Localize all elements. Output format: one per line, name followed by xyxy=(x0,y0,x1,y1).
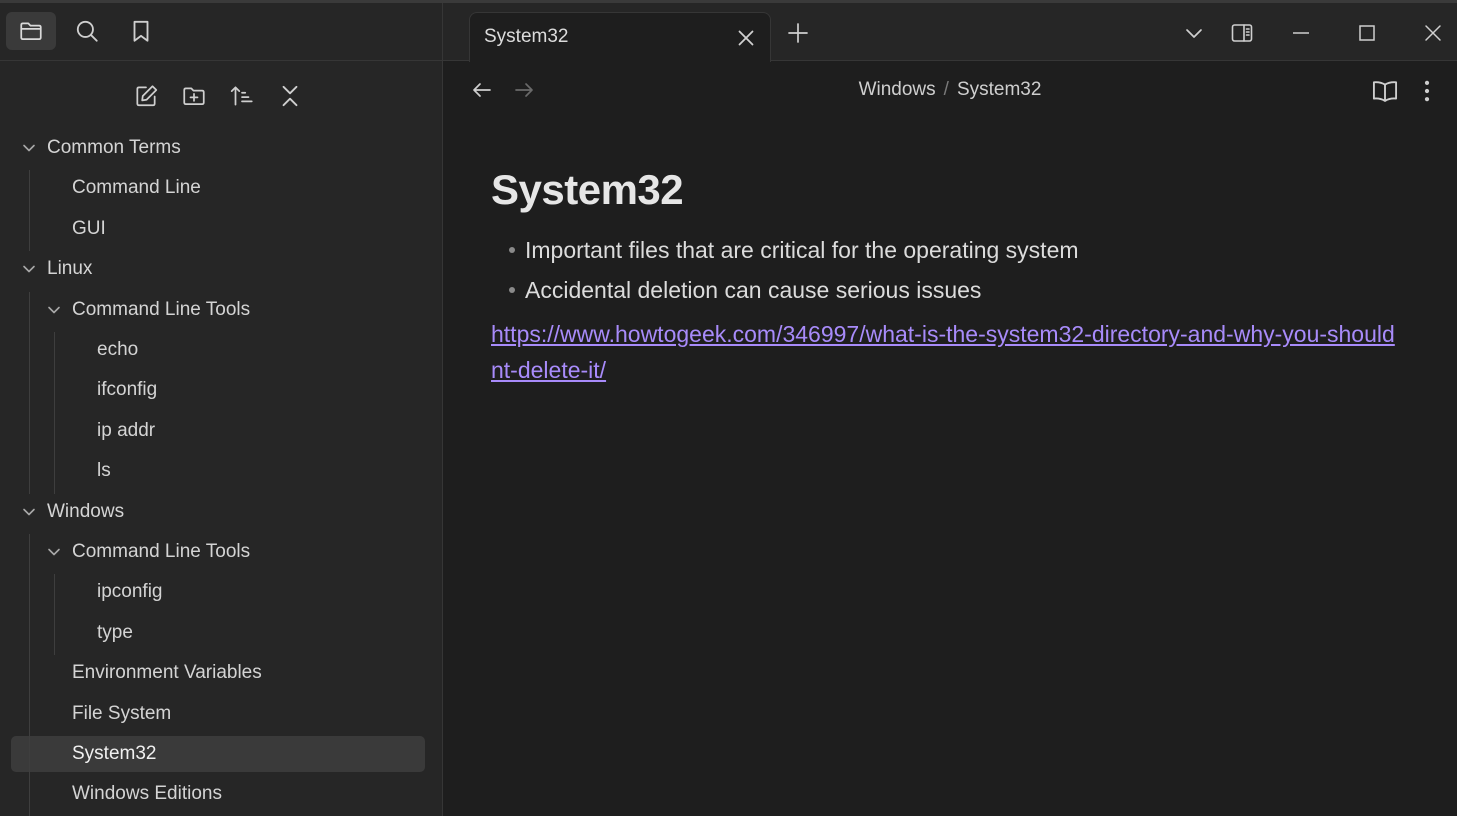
tree-item-label: Linux xyxy=(47,258,93,280)
list-item[interactable]: Accidental deletion can cause serious is… xyxy=(507,270,1411,310)
tree-file[interactable]: ipconfig xyxy=(97,574,163,610)
indent-guide xyxy=(54,332,55,494)
main-pane: System32 Windows / System32 System32 Imp… xyxy=(443,3,1457,816)
note-content[interactable]: System32 Important files that are critic… xyxy=(491,166,1411,388)
minimize-button[interactable] xyxy=(1287,19,1315,47)
tree-item-label: GUI xyxy=(72,217,106,239)
close-window-button[interactable] xyxy=(1419,19,1447,47)
tree-item-label: File System xyxy=(72,702,172,724)
search-icon xyxy=(76,20,98,42)
list-item[interactable]: Important files that are critical for th… xyxy=(507,230,1411,270)
tab-list-button[interactable] xyxy=(1180,19,1208,47)
more-options-icon[interactable] xyxy=(1413,77,1441,105)
tree-file[interactable]: Windows Editions xyxy=(72,776,222,812)
tree-item-label: Command Line Tools xyxy=(72,298,251,320)
tab-bar: System32 xyxy=(443,3,1457,62)
tree-item-label: Environment Variables xyxy=(72,662,262,684)
sidebar: Common Terms Command Line GUI Linux Command … xyxy=(0,3,442,816)
tree-file[interactable]: ip addr xyxy=(97,413,155,449)
external-link[interactable]: https://www.howtogeek.com/346997/what-is… xyxy=(491,316,1401,388)
chevron-down-icon[interactable] xyxy=(46,544,62,560)
tree-folder[interactable]: Command Line Tools xyxy=(48,534,251,570)
tree-file[interactable]: echo xyxy=(97,332,138,368)
close-window-icon xyxy=(1425,25,1441,41)
tree-file[interactable]: System32 xyxy=(11,736,425,772)
tree-item-label: ifconfig xyxy=(97,379,158,401)
breadcrumb-current[interactable]: System32 xyxy=(957,79,1041,100)
collapse-all-button[interactable] xyxy=(273,79,307,113)
tree-item-label: ip addr xyxy=(97,419,156,441)
tree-folder[interactable]: Common Terms xyxy=(23,130,181,166)
new-note-button[interactable] xyxy=(129,79,163,113)
new-folder-button[interactable] xyxy=(177,79,211,113)
tree-file[interactable]: type xyxy=(97,615,133,651)
bullet-list: Important files that are critical for th… xyxy=(507,230,1411,310)
note-title[interactable]: System32 xyxy=(491,166,1411,214)
chevron-down-icon[interactable] xyxy=(46,302,62,318)
file-explorer-actions xyxy=(0,75,442,115)
chevron-down-icon[interactable] xyxy=(21,140,37,156)
tab-title: System32 xyxy=(484,26,569,47)
tree-item-label: ipconfig xyxy=(97,581,163,603)
close-icon[interactable] xyxy=(736,28,756,48)
bookmark-icon xyxy=(133,20,149,42)
indent-guide xyxy=(29,534,30,816)
tree-file[interactable]: ls xyxy=(97,453,111,489)
tree-file[interactable]: Environment Variables xyxy=(72,655,262,691)
folder-plus-icon xyxy=(183,87,205,105)
sidebar-right-icon xyxy=(1231,24,1253,42)
tree-item-label: type xyxy=(97,621,133,643)
minimize-icon xyxy=(1293,32,1309,34)
breadcrumb: Windows / System32 xyxy=(443,79,1457,101)
bookmarks-tab[interactable] xyxy=(116,12,166,50)
tree-file[interactable]: File System xyxy=(72,696,171,732)
new-tab-plus-icon[interactable] xyxy=(786,21,810,45)
tree-item-label: ls xyxy=(97,460,111,482)
folder-icon xyxy=(20,22,42,40)
tree-item-label: System32 xyxy=(72,743,157,764)
view-header: Windows / System32 xyxy=(443,61,1457,121)
breadcrumb-folder[interactable]: Windows xyxy=(859,79,936,100)
tree-file[interactable]: ifconfig xyxy=(97,372,157,408)
breadcrumb-separator: / xyxy=(943,79,949,100)
sort-button[interactable] xyxy=(225,79,259,113)
maximize-button[interactable] xyxy=(1353,19,1381,47)
tree-item-label: Windows Editions xyxy=(72,783,222,805)
tree-file[interactable]: GUI xyxy=(72,211,106,247)
tree-item-label: echo xyxy=(97,339,139,360)
tree-item-label: Common Terms xyxy=(47,137,181,158)
indent-guide xyxy=(29,170,30,252)
indent-guide xyxy=(54,574,55,656)
sidebar-tab-bar xyxy=(0,3,442,61)
maximize-icon xyxy=(1359,25,1375,41)
sort-icon xyxy=(230,86,253,106)
chevron-down-icon[interactable] xyxy=(21,504,37,520)
tree-item-label: Command Line xyxy=(72,177,201,199)
edit-icon xyxy=(136,85,158,107)
tree-file[interactable]: Command Line xyxy=(72,170,201,206)
tree-item-label: Command Line Tools xyxy=(72,541,251,562)
tree-item-label: Windows xyxy=(47,500,125,522)
collapse-all-icon xyxy=(282,85,298,107)
chevron-down-icon[interactable] xyxy=(21,261,37,277)
tab-system32[interactable]: System32 xyxy=(469,12,771,62)
tree-folder[interactable]: Command Line Tools xyxy=(48,292,251,328)
files-tab[interactable] xyxy=(6,12,56,50)
app-window: Common Terms Command Line GUI Linux Command … xyxy=(0,0,1457,816)
indent-guide xyxy=(29,291,30,494)
tree-folder[interactable]: Windows xyxy=(23,494,125,530)
chevron-down-icon xyxy=(1186,29,1202,38)
toggle-right-sidebar-button[interactable] xyxy=(1228,19,1256,47)
search-tab[interactable] xyxy=(62,12,112,50)
tree-folder[interactable]: Linux xyxy=(23,251,93,287)
reading-view-icon[interactable] xyxy=(1371,77,1399,105)
